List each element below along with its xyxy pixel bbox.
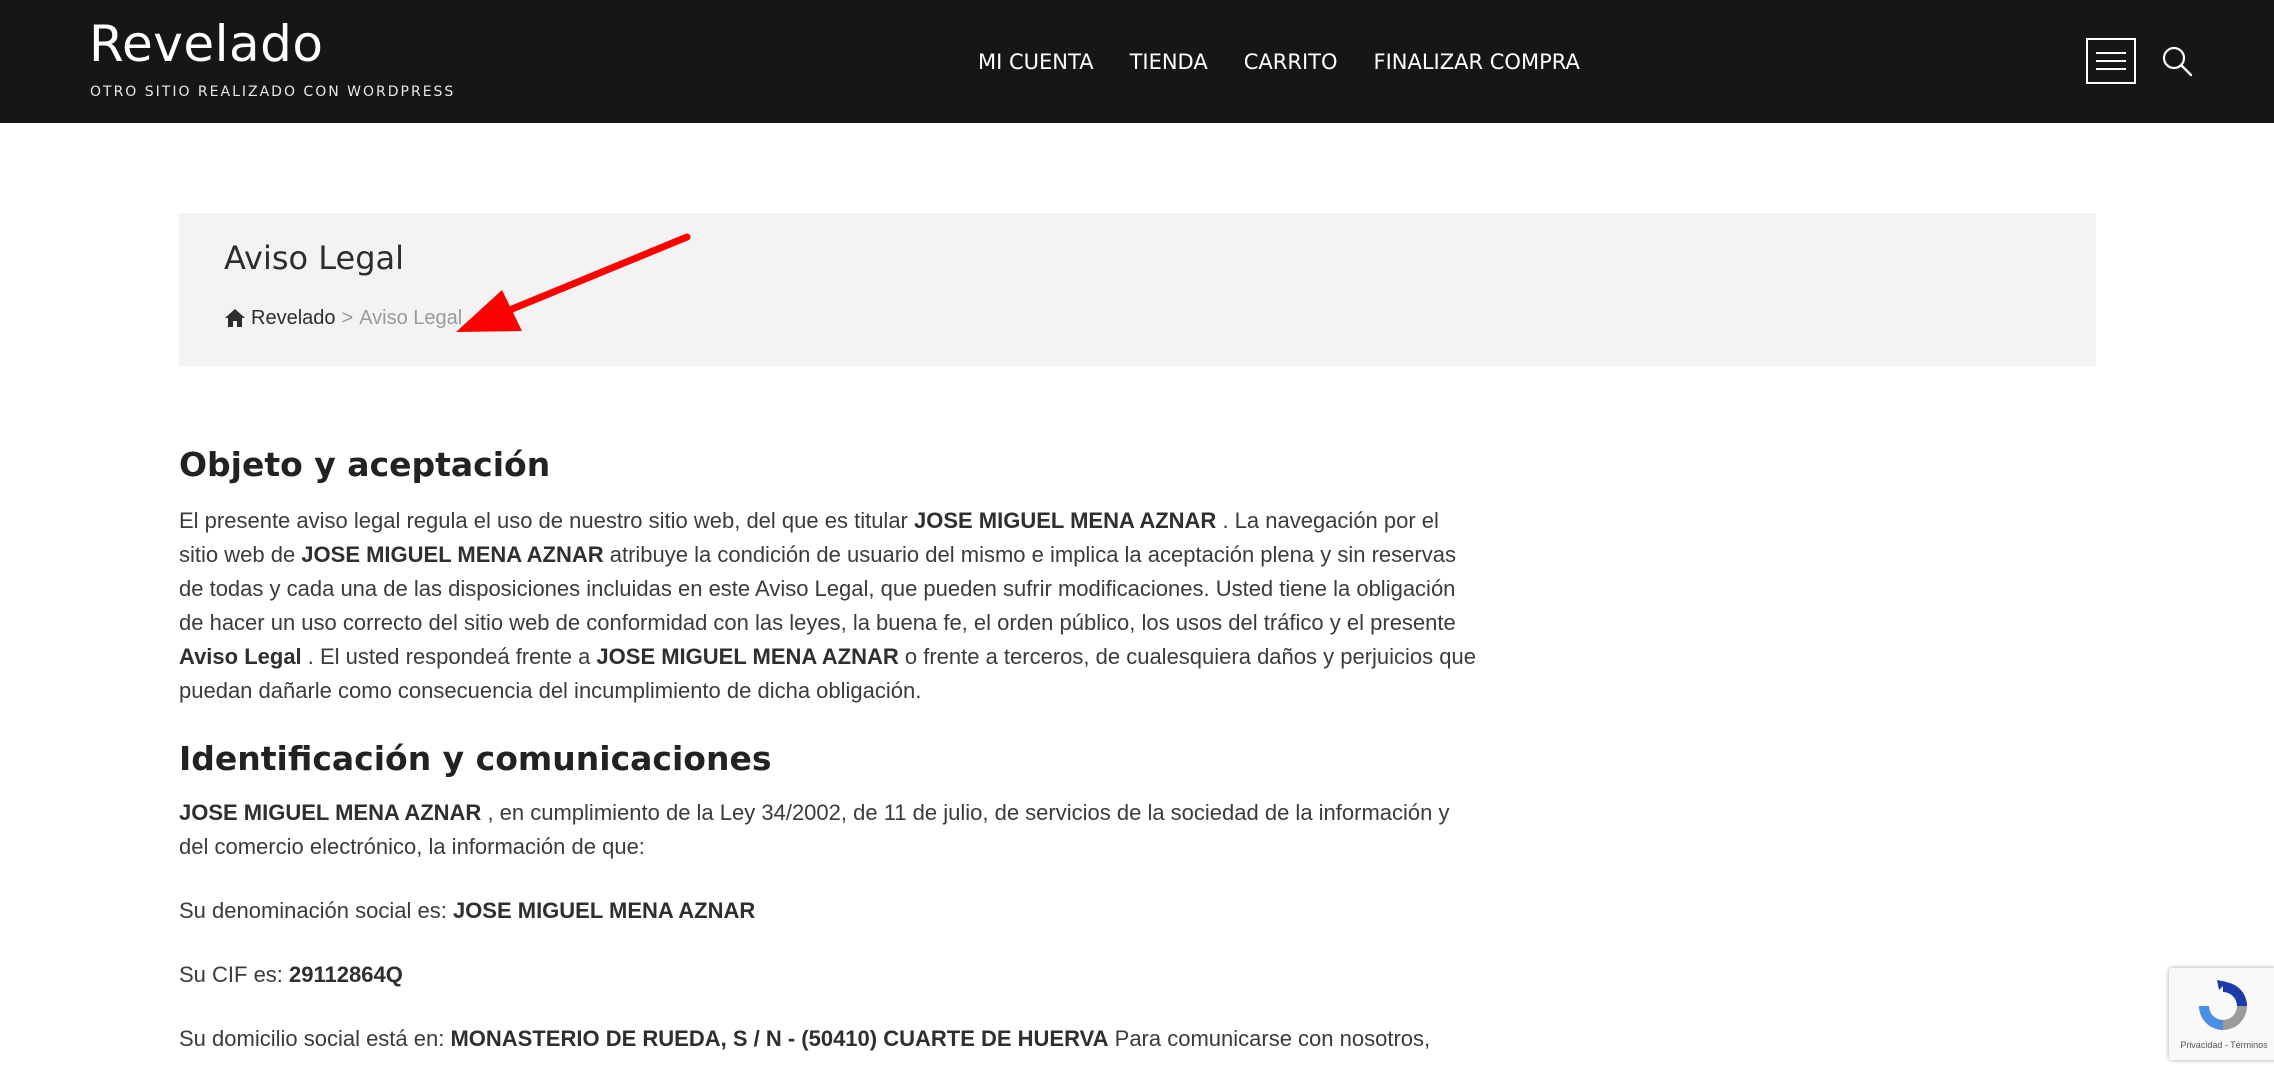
hamburger-menu-icon[interactable] [2086,38,2136,84]
section-title-identificacion: Identificación y comunicaciones [179,739,772,778]
breadcrumb-current: Aviso Legal [359,307,463,329]
domicilio-social: Su domicilio social está en: MONASTERIO … [179,1026,1431,1051]
recaptcha-icon [2199,980,2247,1030]
breadcrumb-separator: > [341,307,354,329]
nav-item-mi-cuenta[interactable]: MI CUENTA [978,46,1094,78]
site-header: Revelado OTRO SITIO REALIZADO CON WORDPR… [0,0,2274,123]
denominacion-social: Su denominación social es: JOSE MIGUEL M… [179,898,756,923]
breadcrumb: Revelado > Aviso Legal [224,305,462,331]
breadcrumb-home-link[interactable]: Revelado [251,305,336,331]
page-title: Aviso Legal [224,239,405,277]
nav-item-finalizar-compra[interactable]: FINALIZAR COMPRA [1374,46,1580,78]
page-title-banner: Aviso Legal Revelado > Aviso Legal [179,213,2096,366]
site-title[interactable]: Revelado [89,14,323,74]
recaptcha-links[interactable]: Privacidad - Términos [2169,1040,2274,1050]
recaptcha-badge[interactable]: Privacidad - Términos [2169,968,2274,1060]
search-icon[interactable] [2160,44,2194,78]
nav-item-carrito[interactable]: CARRITO [1244,46,1338,78]
paragraph-identificacion: JOSE MIGUEL MENA AZNAR , en cumplimiento… [179,800,1450,859]
section-title-objeto: Objeto y aceptación [179,445,551,484]
site-tagline: OTRO SITIO REALIZADO CON WORDPRESS [90,84,456,100]
paragraph-objeto: El presente aviso legal regula el uso de… [179,508,1476,703]
main-nav: MI CUENTA TIENDA CARRITO FINALIZAR COMPR… [978,46,1616,78]
nav-item-tienda[interactable]: TIENDA [1130,46,1208,78]
home-icon [225,309,245,327]
main-content: Objeto y aceptación El presente aviso le… [179,440,1479,1086]
cif: Su CIF es: 29112864Q [179,962,403,987]
